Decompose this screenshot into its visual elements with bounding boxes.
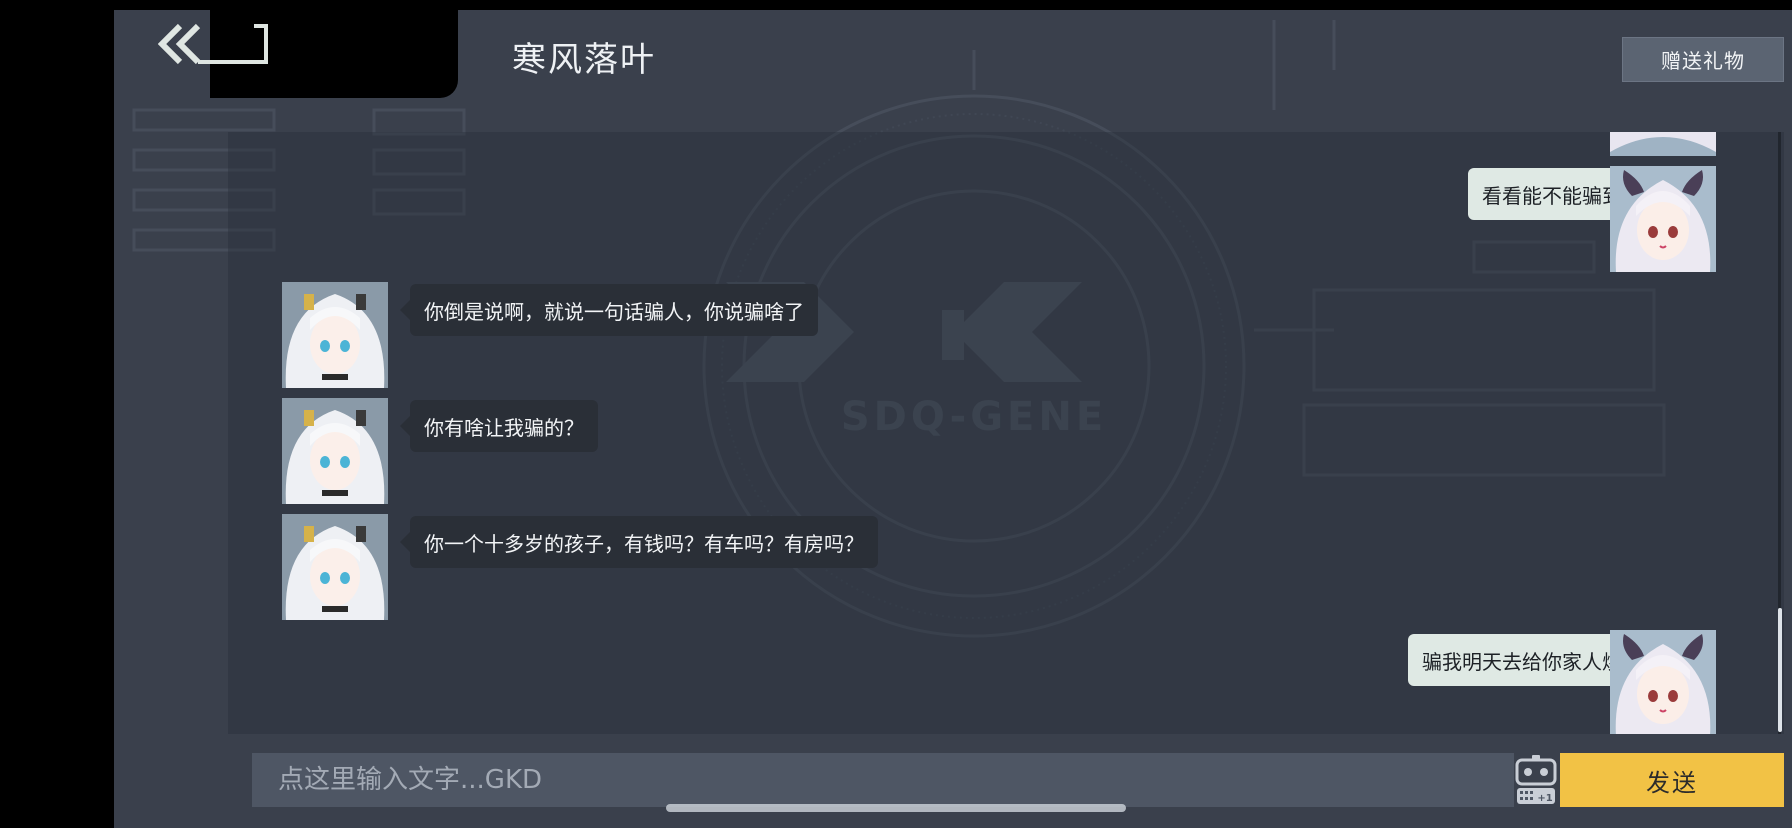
page-title: 寒风落叶 [512, 40, 656, 80]
back-button[interactable] [157, 22, 268, 66]
robot-keyboard-button[interactable]: +1 [1514, 754, 1558, 806]
send-gift-button[interactable]: 赠送礼物 [1622, 37, 1784, 82]
avatar-partner-image [282, 514, 388, 620]
send-button[interactable]: 发送 [1560, 753, 1784, 807]
avatar-self [1610, 166, 1716, 272]
avatar-partner [282, 514, 388, 620]
scrollbar-thumb[interactable] [1778, 608, 1782, 732]
message-bubble-incoming: 你一个十多岁的孩子，有钱吗？有车吗？有房吗？ [400, 516, 878, 568]
avatar-self [1610, 630, 1716, 734]
double-chevron-left-icon [157, 23, 268, 65]
avatar-partner [282, 398, 388, 504]
avatar-partner-image [282, 398, 388, 504]
chat-message-list[interactable]: 看看能不能骗到人 你倒是说啊，就说一句话骗人，你说骗啥了 你有啥让我骗的？ 你一… [228, 132, 1784, 734]
home-indicator [666, 804, 1126, 812]
avatar-partner [282, 282, 388, 388]
message-input[interactable] [252, 753, 1514, 807]
avatar-self-image [1610, 166, 1716, 272]
message-bubble-incoming: 你倒是说啊，就说一句话骗人，你说骗啥了 [400, 284, 818, 336]
avatar-partner-image [282, 282, 388, 388]
avatar-self-image [1610, 132, 1716, 156]
robot-badge: +1 [1537, 793, 1552, 804]
avatar-self-image [1610, 630, 1716, 734]
message-bubble-incoming: 你有啥让我骗的？ [400, 400, 598, 452]
chat-screen: SDQ-GENE 寒风落叶 赠送礼物 看看能不能骗到人 你倒是说啊，就说一句话骗… [114, 10, 1792, 828]
avatar-self [1610, 132, 1716, 156]
robot-keyboard-icon: +1 [1515, 755, 1557, 804]
